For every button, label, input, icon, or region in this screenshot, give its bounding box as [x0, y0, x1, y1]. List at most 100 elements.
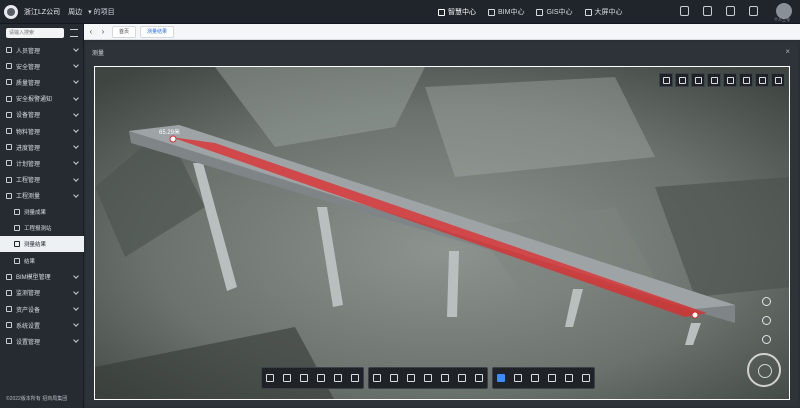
eye-icon[interactable] [514, 374, 522, 382]
chevron-down-icon [73, 288, 79, 295]
text-icon[interactable] [565, 374, 573, 382]
globe-icon[interactable] [762, 297, 771, 306]
compass-icon[interactable] [747, 353, 781, 387]
expand-icon[interactable] [390, 374, 398, 382]
chevron-down-icon [73, 305, 79, 311]
tab-measure[interactable]: 测量结果 [140, 25, 175, 38]
settings-icon[interactable] [726, 6, 735, 16]
toolbar-group [492, 367, 595, 389]
menu-icon [6, 111, 12, 118]
eye-icon[interactable] [755, 73, 769, 87]
forward-icon[interactable]: › [98, 27, 108, 37]
sidebar-item[interactable]: 工程报测站 [0, 220, 84, 236]
chevron-down-icon [73, 127, 79, 133]
sidebar-item[interactable]: 测量结果 [0, 236, 84, 253]
box-icon[interactable] [739, 73, 753, 87]
tab-home[interactable]: 首页 [112, 25, 137, 38]
layer-icon[interactable] [497, 374, 505, 382]
toolbar-group [368, 367, 488, 389]
sidebar-item[interactable]: 工程管理 [0, 172, 84, 188]
flag-icon[interactable] [723, 73, 737, 87]
menu-icon [6, 322, 12, 329]
chevron-down-icon [73, 159, 79, 166]
menu-icon [6, 128, 12, 135]
target-icon[interactable] [582, 374, 590, 382]
pointer-icon[interactable] [317, 374, 325, 382]
module-gis-center[interactable]: GIS中心 [534, 0, 574, 24]
nav-controls [762, 297, 771, 344]
sidebar-item[interactable]: 安全报警通知 [0, 91, 84, 107]
cube-icon[interactable] [659, 73, 673, 87]
calendar-icon[interactable] [680, 6, 689, 16]
sidebar-item[interactable]: 进度管理 [0, 139, 84, 155]
chevron-down-icon [73, 62, 79, 69]
sidebar-item[interactable]: 监测管理 [0, 285, 84, 301]
sidebar-item[interactable]: 安全管理 [0, 58, 84, 74]
image-icon[interactable] [707, 73, 721, 87]
grid-icon[interactable] [675, 73, 689, 87]
3d-viewer[interactable]: 65.29米 [94, 66, 790, 400]
menu-icon [6, 160, 12, 167]
sidebar-item[interactable]: 工程测量 [0, 188, 84, 204]
search-input[interactable] [6, 28, 64, 38]
project-selector[interactable]: ▾ 的项目 [88, 7, 114, 17]
globe-icon [536, 8, 544, 16]
menu-collapse-icon[interactable] [70, 29, 78, 37]
calendar-icon[interactable] [424, 374, 432, 382]
view-icon[interactable] [531, 374, 539, 382]
sidebar-item-label: BIM模型管理 [16, 275, 51, 282]
move-icon[interactable] [762, 335, 771, 344]
close-icon[interactable]: × [785, 47, 790, 56]
sidebar-item[interactable]: BIM模型管理 [0, 269, 84, 285]
menu-icon [14, 257, 20, 264]
module-bim-center[interactable]: BIM中心 [486, 0, 526, 24]
list-icon[interactable] [407, 374, 415, 382]
module-smart-center[interactable]: 智慧中心 [436, 0, 478, 24]
split-icon[interactable] [373, 374, 381, 382]
frame-icon[interactable] [351, 374, 359, 382]
scene-render [95, 67, 789, 399]
sidebar-item[interactable]: 设备管理 [0, 107, 84, 123]
column-icon[interactable] [300, 374, 308, 382]
menu-icon [6, 79, 12, 86]
film-icon[interactable] [441, 374, 449, 382]
fullscreen-icon[interactable] [749, 6, 758, 16]
sidebar-item[interactable]: 资产设备 [0, 301, 84, 317]
chevron-down-icon [73, 175, 79, 182]
sun-icon[interactable] [771, 73, 785, 87]
triangle-icon[interactable] [458, 374, 466, 382]
menu-icon [6, 63, 12, 70]
cross-icon[interactable] [334, 374, 342, 382]
sidebar-item-label: 质量管理 [16, 80, 41, 87]
hexagon-icon[interactable] [548, 374, 556, 382]
measurement-label: 65.29米 [159, 130, 181, 136]
back-icon[interactable]: ‹ [86, 27, 96, 37]
clock-icon[interactable] [691, 73, 705, 87]
project-switcher[interactable]: 周边 ▾ 的项目 [68, 7, 114, 17]
chevron-down-icon [73, 94, 79, 101]
menu-icon [6, 144, 12, 151]
menu-icon [6, 306, 12, 313]
view-toolbar [659, 73, 785, 87]
chevron-down-icon [73, 143, 79, 149]
module-screen-center[interactable]: 大屏中心 [583, 0, 625, 24]
message-icon[interactable] [703, 6, 712, 16]
sidebar-item[interactable]: 结果 [0, 252, 84, 268]
chevron-down-icon [73, 46, 79, 52]
ruler-icon[interactable] [266, 374, 274, 382]
sidebar-item[interactable]: 计划管理 [0, 155, 84, 171]
sidebar-item[interactable]: 质量管理 [0, 74, 84, 90]
sidebar-item[interactable]: 人员管理 [0, 42, 84, 58]
cube-icon[interactable] [475, 374, 483, 382]
sidebar: 人员管理安全管理质量管理安全报警通知设备管理物料管理进度管理计划管理工程管理工程… [0, 24, 84, 408]
refresh-icon[interactable] [762, 316, 771, 325]
sidebar-item[interactable]: 设置管理 [0, 333, 84, 349]
sidebar-item[interactable]: 测量成果 [0, 204, 84, 220]
area-icon[interactable] [283, 374, 291, 382]
sidebar-item-label: 监测管理 [16, 291, 41, 298]
sidebar-item[interactable]: 物料管理 [0, 123, 84, 139]
sidebar-item[interactable]: 系统设置 [0, 317, 84, 333]
measure-toolbar [261, 367, 595, 389]
menu-icon [6, 95, 12, 102]
tab-bar: ‹ › 首页 测量结果 [84, 24, 800, 40]
